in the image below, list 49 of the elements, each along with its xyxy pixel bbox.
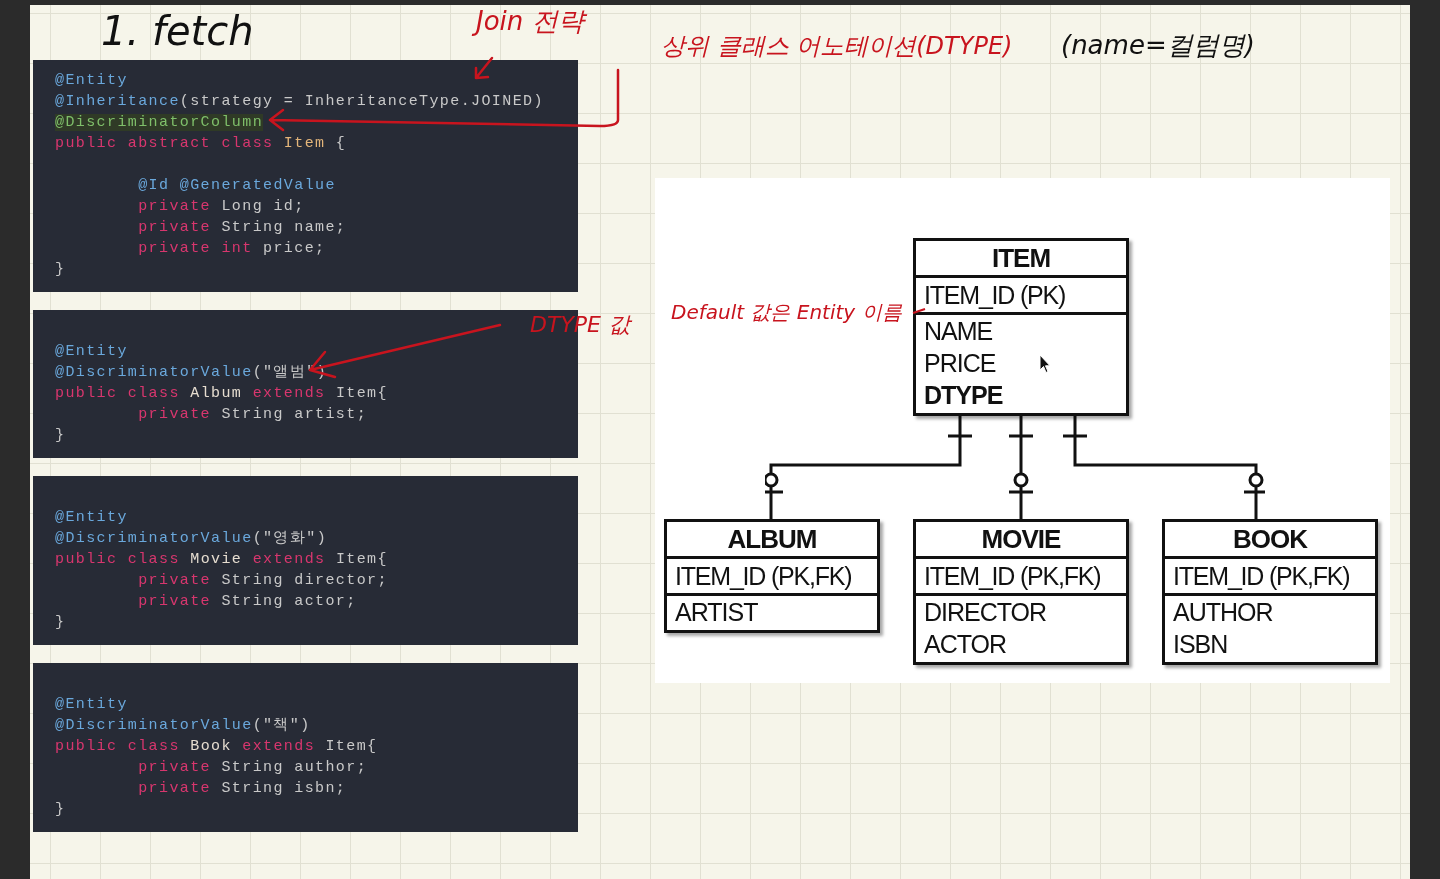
handwritten-note: Join 전략 bbox=[470, 5, 590, 39]
code-line: private String director; bbox=[137, 571, 388, 591]
code-line: private Long id; bbox=[137, 197, 305, 217]
table-column: PRICE bbox=[924, 347, 996, 379]
code-line: @Id @GeneratedValue bbox=[137, 176, 336, 196]
code-line: private String author; bbox=[137, 758, 368, 778]
table-key: ITEM_ID (PK,FK) bbox=[1165, 559, 1375, 596]
code-line: @Entity bbox=[55, 695, 128, 715]
code-line: @Inheritance(strategy = InheritanceType.JOINED) bbox=[55, 92, 544, 112]
code-line: @Entity bbox=[55, 342, 128, 362]
code-line: private int price; bbox=[137, 239, 326, 259]
cursor-icon bbox=[1039, 354, 1051, 374]
table-column: NAME bbox=[924, 315, 993, 347]
table-column: DTYPE bbox=[924, 379, 1003, 411]
table-column: DIRECTOR bbox=[924, 596, 1047, 628]
code-line: public abstract class Item { bbox=[55, 134, 347, 154]
code-line: @DiscriminatorValue("앨범") bbox=[55, 363, 328, 383]
handwritten-note: (name=컬럼명) bbox=[1060, 29, 1256, 62]
table-title: ALBUM bbox=[667, 522, 877, 559]
table-column: AUTHOR bbox=[1173, 596, 1273, 628]
handwritten-note: 1. fetch bbox=[100, 7, 255, 56]
code-line: public class Movie extends Item{ bbox=[55, 550, 388, 570]
leader-line bbox=[912, 307, 926, 315]
code-line: public class Album extends Item{ bbox=[55, 384, 388, 404]
code-line: private String name; bbox=[137, 218, 347, 238]
code-line: public class Book extends Item{ bbox=[55, 737, 378, 757]
code-line: } bbox=[55, 613, 66, 633]
code-line: @DiscriminatorValue("영화") bbox=[55, 529, 328, 549]
table-column: ISBN bbox=[1173, 628, 1228, 660]
handwritten-note: Default 값은 Entity 이름 bbox=[670, 299, 903, 325]
code-line: @Entity bbox=[55, 508, 128, 528]
table-title: MOVIE bbox=[916, 522, 1126, 559]
code-line: } bbox=[55, 260, 66, 280]
table-column: ARTIST bbox=[675, 596, 758, 628]
code-line: @Entity bbox=[55, 71, 128, 91]
table-title: ITEM bbox=[916, 241, 1126, 278]
code-line: @DiscriminatorValue("책") bbox=[55, 716, 311, 736]
table-key: ITEM_ID (PK,FK) bbox=[667, 559, 877, 596]
code-line: private String isbn; bbox=[137, 779, 347, 799]
table-title: BOOK bbox=[1165, 522, 1375, 559]
code-line: private String actor; bbox=[137, 592, 357, 612]
code-line: } bbox=[55, 800, 66, 820]
code-line: } bbox=[55, 426, 66, 446]
handwritten-note: 상위 클래스 어노테이션(DTYPE) bbox=[660, 31, 1014, 62]
code-line: private String artist; bbox=[137, 405, 368, 425]
table-key: ITEM_ID (PK,FK) bbox=[916, 559, 1126, 596]
arrow-icon bbox=[472, 56, 496, 82]
table-key: ITEM_ID (PK) bbox=[916, 278, 1126, 315]
table-column: ACTOR bbox=[924, 628, 1007, 660]
